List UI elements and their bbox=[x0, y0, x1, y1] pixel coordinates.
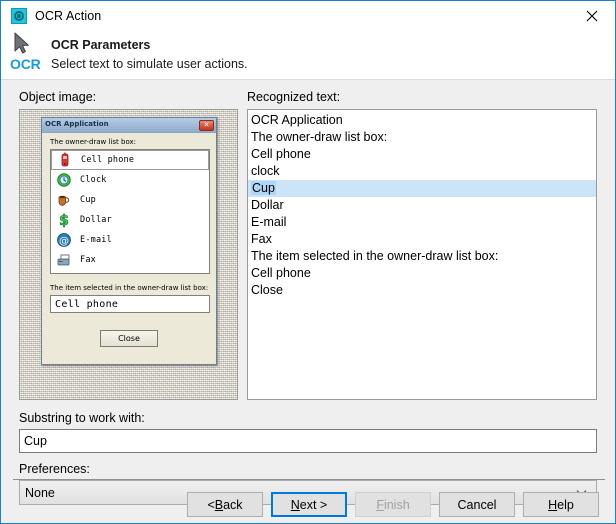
recognized-line-text: OCR Application bbox=[251, 113, 343, 127]
next-button[interactable]: Next > bbox=[271, 492, 347, 517]
recognized-line-text: Cup bbox=[251, 181, 276, 195]
object-image-panel[interactable]: OCR Application ✕ The owner-draw list bo… bbox=[19, 109, 238, 400]
recognized-text-line[interactable]: Cell phone bbox=[248, 146, 596, 163]
recognized-text-line[interactable]: Dollar bbox=[248, 197, 596, 214]
recognized-text-line[interactable]: Cell phone bbox=[248, 265, 596, 282]
title-bar: OCR Action bbox=[1, 1, 615, 31]
finish-button: Finish bbox=[355, 492, 431, 517]
window-title: OCR Action bbox=[35, 9, 102, 23]
header-band: OCR OCR Parameters Select text to simula… bbox=[1, 31, 615, 80]
inner-app-close-action-button: Close bbox=[100, 330, 158, 347]
list-item: Cup bbox=[51, 190, 209, 210]
list-item-label: Dollar bbox=[80, 215, 112, 225]
list-item: $ Dollar bbox=[51, 210, 209, 230]
substring-input[interactable] bbox=[19, 429, 597, 453]
ocr-logo: OCR bbox=[7, 31, 47, 77]
next-button-mnemonic: N bbox=[290, 497, 300, 512]
object-image-label: Object image: bbox=[19, 90, 97, 104]
close-button[interactable] bbox=[569, 1, 615, 30]
finish-button-suffix: inish bbox=[383, 497, 410, 512]
recognized-text-panel[interactable]: OCR Application The owner-draw list box:… bbox=[247, 109, 597, 400]
recognized-line-text: The item selected in the owner-draw list… bbox=[251, 249, 499, 263]
recognized-line-text: Cell phone bbox=[251, 147, 311, 161]
recognized-text-line-selected[interactable]: Cup bbox=[248, 180, 596, 197]
list-item-label: Cup bbox=[80, 195, 96, 205]
svg-text:$: $ bbox=[59, 213, 69, 228]
footer-divider bbox=[13, 479, 605, 480]
recognized-line-text: Fax bbox=[251, 232, 272, 246]
list-item: Cell phone bbox=[51, 150, 209, 170]
button-bar: < Back Next > Finish Cancel Help bbox=[1, 492, 615, 523]
back-button[interactable]: < Back bbox=[187, 492, 263, 517]
list-item-label: Fax bbox=[80, 255, 96, 265]
inner-close-button-label: Close bbox=[118, 334, 140, 343]
recognized-text-line[interactable]: Fax bbox=[248, 231, 596, 248]
finish-button-mnemonic: F bbox=[376, 497, 384, 512]
recognized-text-line[interactable]: Close bbox=[248, 282, 596, 299]
cell-phone-icon bbox=[57, 152, 73, 168]
inner-selected-item-value: Cell phone bbox=[55, 298, 119, 310]
inner-owner-draw-listbox: Cell phone Clock Cup $ Dollar @ E-mail F… bbox=[50, 149, 210, 274]
clock-icon bbox=[56, 172, 72, 188]
dialog-body: Object image: OCR Application ✕ The owne… bbox=[1, 80, 615, 523]
recognized-text-line[interactable]: The item selected in the owner-draw list… bbox=[248, 248, 596, 265]
close-icon bbox=[586, 10, 598, 21]
cancel-button-suffix: Cancel bbox=[457, 497, 497, 512]
recognized-line-text: Close bbox=[251, 283, 283, 297]
preferences-label: Preferences: bbox=[19, 462, 90, 476]
recognized-line-text: clock bbox=[251, 164, 280, 178]
cancel-button[interactable]: Cancel bbox=[439, 492, 515, 517]
recognized-line-text: Cell phone bbox=[251, 266, 311, 280]
cup-icon bbox=[56, 192, 72, 208]
recognized-line-text: E-mail bbox=[251, 215, 287, 229]
page-subtitle: Select text to simulate user actions. bbox=[51, 57, 248, 71]
list-item-label: Clock bbox=[80, 175, 107, 185]
page-title: OCR Parameters bbox=[51, 38, 151, 52]
recognized-text-line[interactable]: clock bbox=[248, 163, 596, 180]
recognized-text-line[interactable]: OCR Application bbox=[248, 112, 596, 129]
help-button-suffix: elp bbox=[557, 497, 574, 512]
back-button-prefix: < bbox=[207, 497, 215, 512]
fax-icon bbox=[56, 252, 72, 268]
inner-app-window: OCR Application ✕ The owner-draw list bo… bbox=[41, 117, 217, 365]
list-item: Fax bbox=[51, 250, 209, 270]
inner-listbox-label: The owner-draw list box: bbox=[50, 138, 137, 146]
list-item-label: Cell phone bbox=[81, 155, 135, 165]
dollar-icon: $ bbox=[56, 212, 72, 230]
close-icon: ✕ bbox=[203, 121, 210, 129]
inner-app-title: OCR Application bbox=[45, 120, 109, 128]
recognized-line-text: Dollar bbox=[251, 198, 284, 212]
help-button-mnemonic: H bbox=[548, 497, 558, 512]
recognized-text-label: Recognized text: bbox=[247, 90, 341, 104]
back-button-mnemonic: B bbox=[214, 497, 224, 512]
recognized-text-line[interactable]: E-mail bbox=[248, 214, 596, 231]
svg-text:@: @ bbox=[59, 236, 69, 247]
cursor-arrow-icon bbox=[14, 32, 29, 54]
substring-label: Substring to work with: bbox=[19, 411, 145, 425]
recognized-text-line[interactable]: The owner-draw list box: bbox=[248, 129, 596, 146]
ocr-logo-text: OCR bbox=[10, 56, 41, 72]
list-item-label: E-mail bbox=[80, 235, 112, 245]
help-button[interactable]: Help bbox=[523, 492, 599, 517]
ocr-action-dialog: OCR Action OCR OCR Parameters Select tex… bbox=[0, 0, 616, 524]
list-item: Clock bbox=[51, 170, 209, 190]
list-item: @ E-mail bbox=[51, 230, 209, 250]
gear-icon bbox=[11, 8, 27, 24]
email-at-icon: @ bbox=[56, 232, 72, 248]
inner-selected-item-label: The item selected in the owner-draw list… bbox=[50, 284, 209, 292]
inner-selected-item-field: Cell phone bbox=[50, 295, 210, 313]
next-button-suffix: ext > bbox=[299, 497, 328, 512]
recognized-line-text: The owner-draw list box: bbox=[251, 130, 388, 144]
inner-app-close-button: ✕ bbox=[199, 120, 214, 131]
back-button-suffix: ack bbox=[223, 497, 243, 512]
